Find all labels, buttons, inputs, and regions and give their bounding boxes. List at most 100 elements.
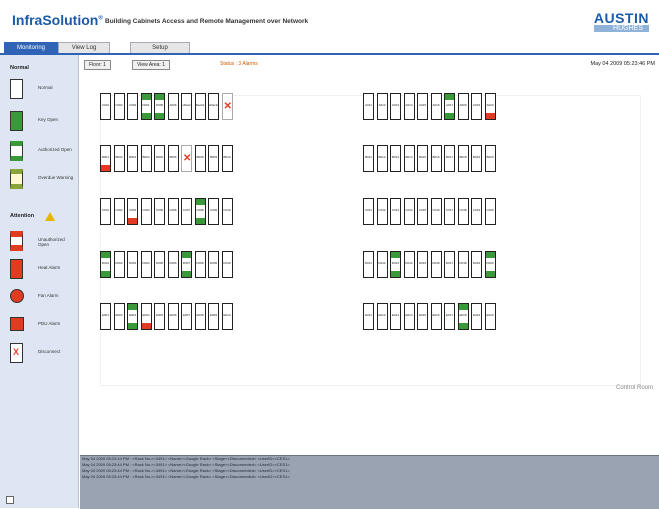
cabinet-e008[interactable]: E008 [194, 303, 206, 330]
cabinet-b013[interactable]: B013 [390, 145, 401, 172]
cabinet-c006[interactable]: C006 [167, 198, 179, 225]
cabinet-a015[interactable]: A015 [417, 93, 428, 120]
cabinet-d010[interactable]: D010 [221, 251, 233, 278]
cabinet-b017[interactable]: B017 [444, 145, 455, 172]
cabinet-a016[interactable]: A016 [430, 93, 442, 120]
cabinet-a009[interactable]: A009 [457, 93, 469, 120]
cabinet-d008[interactable]: D008 [194, 251, 206, 278]
cabinet-d014[interactable]: D014 [403, 251, 415, 278]
tab-monitoring[interactable]: Monitoring [4, 42, 58, 53]
cabinet-c001[interactable]: C001 [100, 198, 111, 225]
cabinet-x[interactable]: ✕ [181, 145, 192, 172]
cabinet-b004[interactable]: B004 [140, 145, 152, 172]
cabinet-e005[interactable]: E005 [154, 303, 165, 330]
cabinet-d006[interactable]: D006 [167, 251, 179, 278]
cabinet-e003[interactable]: E003 [127, 303, 138, 330]
cabinet-e006[interactable]: E006 [167, 303, 179, 330]
cabinet-e002[interactable]: E002 [113, 303, 125, 330]
cabinet-srack3[interactable]: sRack3 [208, 93, 219, 120]
tab-view-log[interactable]: View Log [58, 42, 110, 53]
cabinet-e009[interactable]: E009 [208, 303, 219, 330]
floor-selector-button[interactable]: Floor: 1 [84, 60, 111, 70]
cabinet-d013[interactable]: D013 [390, 251, 401, 278]
cabinet-d019[interactable]: D019 [471, 251, 482, 278]
cabinet-a006[interactable]: A006 [167, 93, 179, 120]
cabinet-e010[interactable]: E010 [221, 303, 233, 330]
cabinet-d001[interactable]: D001 [140, 93, 152, 120]
cabinet-b015[interactable]: B015 [417, 145, 428, 172]
cabinet-srack[interactable]: sRack [181, 93, 192, 120]
cabinet-e007[interactable]: E007 [181, 303, 192, 330]
cabinet-a019[interactable]: A019 [471, 93, 482, 120]
cabinet-d001[interactable]: D001 [100, 251, 111, 278]
cabinet-b018[interactable]: B018 [457, 145, 469, 172]
cabinet-d011[interactable]: D011 [363, 251, 374, 278]
cabinet-d007[interactable]: D007 [181, 251, 192, 278]
cabinet-d020[interactable]: D020 [484, 251, 496, 278]
cabinet-c016[interactable]: C016 [430, 198, 442, 225]
cabinet-e018[interactable]: E018 [457, 303, 469, 330]
cabinet-e015[interactable]: E015 [417, 303, 428, 330]
cabinet-a014[interactable]: A014 [403, 93, 415, 120]
cabinet-b014[interactable]: B014 [403, 145, 415, 172]
cabinet-d015[interactable]: D015 [417, 251, 428, 278]
cabinet-d005[interactable]: D005 [154, 93, 165, 120]
cabinet-c007[interactable]: C007 [181, 198, 192, 225]
cabinet-c004[interactable]: C004 [140, 198, 152, 225]
cabinet-d018[interactable]: D018 [457, 251, 469, 278]
cabinet-c005[interactable]: C005 [154, 198, 165, 225]
cabinet-c015[interactable]: C015 [417, 198, 428, 225]
tab-setup[interactable]: Setup [130, 42, 190, 53]
cabinet-c012[interactable]: C012 [376, 198, 388, 225]
cabinet-c003[interactable]: C003 [127, 198, 138, 225]
cabinet-a020[interactable]: A020 [484, 93, 496, 120]
cabinet-c017[interactable]: C017 [444, 198, 455, 225]
cabinet-d012[interactable]: D012 [376, 251, 388, 278]
cabinet-b020[interactable]: B020 [484, 145, 496, 172]
cabinet-c018[interactable]: C018 [457, 198, 469, 225]
cabinet-d009[interactable]: D009 [208, 251, 219, 278]
cabinet-c010[interactable]: C010 [221, 198, 233, 225]
cabinet-c019[interactable]: C019 [471, 198, 482, 225]
cabinet-e016[interactable]: E016 [430, 303, 442, 330]
view-area-button[interactable]: View Area: 1 [132, 60, 170, 70]
cabinet-e017[interactable]: E017 [444, 303, 455, 330]
cabinet-d002[interactable]: D002 [113, 251, 125, 278]
cabinet-e019[interactable]: E019 [471, 303, 482, 330]
cabinet-e014[interactable]: E014 [403, 303, 415, 330]
cabinet-b011[interactable]: B011 [363, 145, 374, 172]
cabinet-a011[interactable]: A011 [363, 93, 374, 120]
cabinet-b009[interactable]: B009 [208, 145, 219, 172]
cabinet-b019[interactable]: B019 [471, 145, 482, 172]
cabinet-d016[interactable]: D016 [430, 251, 442, 278]
cabinet-c014[interactable]: C014 [403, 198, 415, 225]
cabinet-c001[interactable]: C001 [100, 93, 111, 120]
cabinet-b005[interactable]: B005 [154, 145, 165, 172]
cabinet-a012[interactable]: A012 [376, 93, 388, 120]
cabinet-d004[interactable]: D004 [140, 251, 152, 278]
cabinet-e001[interactable]: E001 [100, 303, 111, 330]
cabinet-x[interactable]: ✕ [221, 93, 233, 120]
cabinet-a017[interactable]: A017 [444, 93, 455, 120]
cabinet-b003[interactable]: B003 [127, 145, 138, 172]
cabinet-b001[interactable]: B001 [100, 145, 111, 172]
cabinet-c002[interactable]: C002 [113, 93, 125, 120]
cabinet-c003[interactable]: C003 [127, 93, 138, 120]
cabinet-b010[interactable]: B010 [221, 145, 233, 172]
cabinet-b016[interactable]: B016 [430, 145, 442, 172]
cabinet-b002[interactable]: B002 [113, 145, 125, 172]
cabinet-c009[interactable]: C009 [208, 198, 219, 225]
cabinet-c020[interactable]: C020 [484, 198, 496, 225]
cabinet-e011[interactable]: E011 [363, 303, 374, 330]
cabinet-e012[interactable]: E012 [376, 303, 388, 330]
cabinet-b012[interactable]: B012 [376, 145, 388, 172]
resize-grip-icon[interactable] [6, 496, 14, 504]
cabinet-rack2[interactable]: Rack2 [194, 93, 206, 120]
cabinet-c013[interactable]: C013 [390, 198, 401, 225]
cabinet-c008[interactable]: C008 [194, 198, 206, 225]
cabinet-d017[interactable]: D017 [444, 251, 455, 278]
cabinet-b006[interactable]: B006 [167, 145, 179, 172]
cabinet-e013[interactable]: E013 [390, 303, 401, 330]
cabinet-c002[interactable]: C002 [113, 198, 125, 225]
cabinet-d003[interactable]: D003 [127, 251, 138, 278]
